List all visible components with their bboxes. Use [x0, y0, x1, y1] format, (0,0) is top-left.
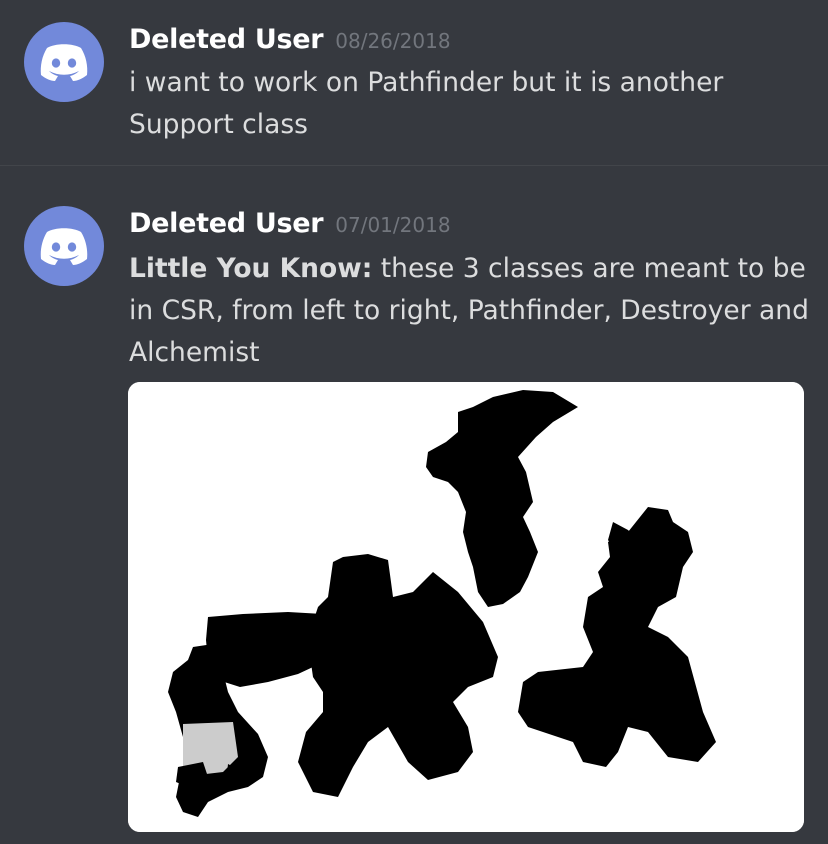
message-text: Little You Know: these 3 classes are mea… — [129, 248, 819, 374]
username[interactable]: Deleted User — [129, 24, 324, 55]
discord-logo-icon — [40, 44, 88, 81]
chat-messages: Deleted User 08/26/2018 i want to work on… — [0, 0, 828, 844]
message-text: i want to work on Pathfinder but it is a… — [129, 67, 724, 140]
avatar[interactable] — [24, 22, 104, 102]
bold-prefix: Little You Know: — [129, 253, 373, 284]
timestamp: 07/01/2018 — [335, 213, 451, 237]
silhouette-image — [128, 382, 804, 832]
discord-logo-icon — [40, 228, 88, 265]
timestamp: 08/26/2018 — [335, 29, 451, 53]
message-header: Deleted User 08/26/2018 — [129, 24, 451, 55]
avatar[interactable] — [24, 206, 104, 286]
image-attachment[interactable] — [128, 382, 804, 832]
message-1: Deleted User 08/26/2018 i want to work on… — [0, 0, 828, 165]
username[interactable]: Deleted User — [129, 208, 324, 239]
message-header: Deleted User 07/01/2018 — [129, 208, 451, 239]
